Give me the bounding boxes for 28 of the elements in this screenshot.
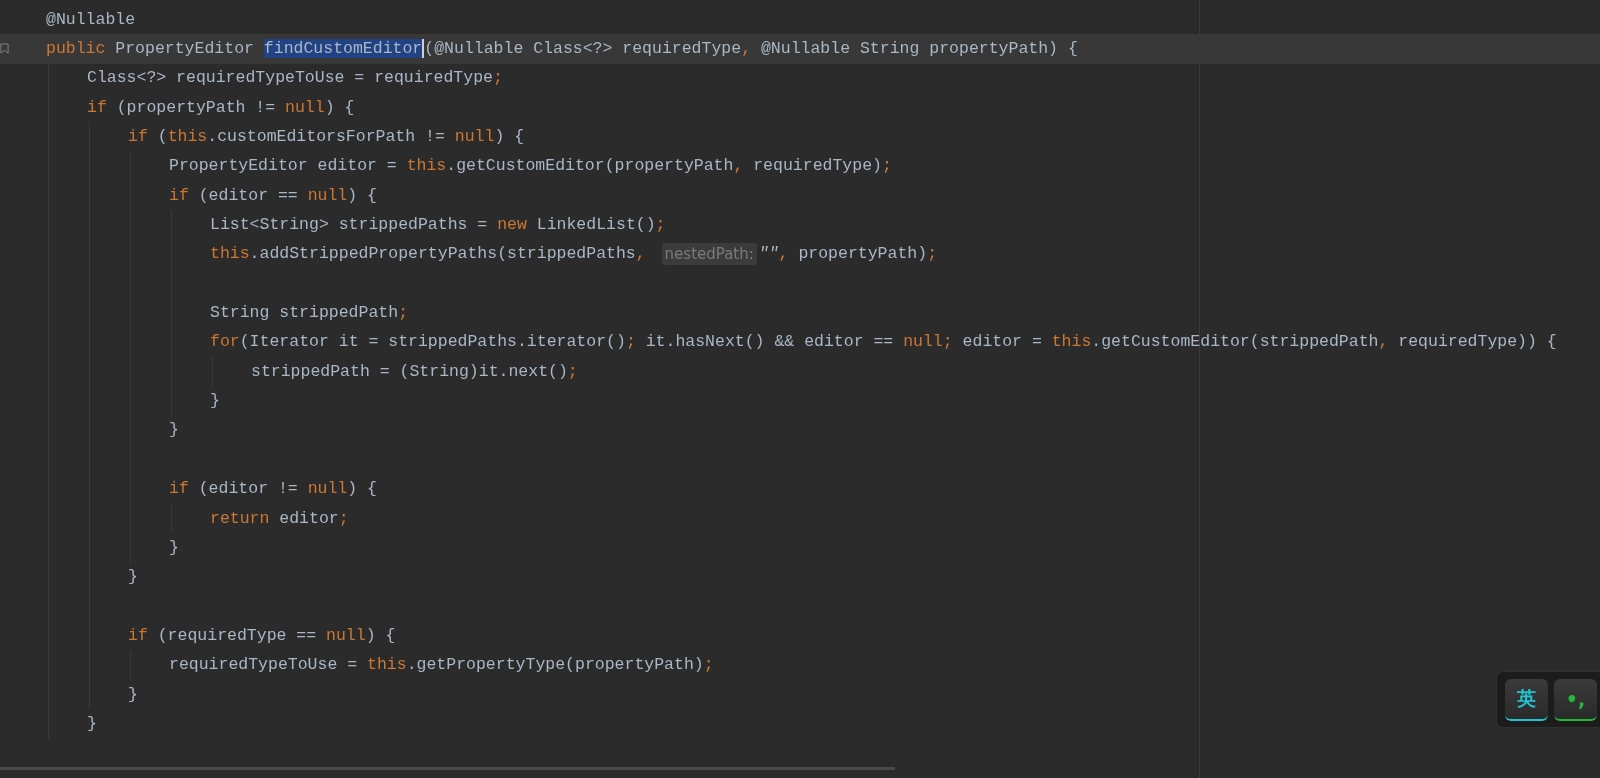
code-line: String strippedPath;	[210, 302, 409, 325]
code-line: Class<?> requiredTypeToUse = requiredType;	[87, 67, 503, 90]
input-mode-key[interactable]: 英	[1505, 679, 1548, 721]
code-line: return editor;	[210, 507, 349, 530]
code-line: @Nullable	[46, 8, 136, 31]
code-line: }	[87, 712, 97, 735]
input-mode-key[interactable]: •,	[1554, 679, 1597, 721]
code-line: }	[128, 566, 138, 589]
code-line: }	[169, 419, 179, 442]
code-line: this.addStrippedPropertyPaths(strippedPaths,	[210, 243, 647, 266]
code-line: "", propertyPath);	[758, 243, 938, 266]
code-line: if (this.customEditorsForPath != null) {	[128, 126, 525, 149]
code-line: public PropertyEditor findCustomEditor(@Nullable Class<?> requiredType, @Nullable String propertyPath) {	[46, 38, 1078, 60]
code-line: for(Iterator it = strippedPaths.iterator(); it.hasNext() && editor == null; editor = this.getCustomEditor(strippedPath, requiredType)) {	[210, 331, 1557, 354]
code-line: }	[210, 390, 220, 413]
code-line: strippedPath = (String)it.next();	[251, 360, 578, 383]
code-line: if (editor != null) {	[169, 478, 377, 501]
code-line: }	[169, 536, 179, 559]
code-line: if (editor == null) {	[169, 184, 377, 207]
parameter-hint: nestedPath:	[661, 243, 757, 266]
code-line: requiredTypeToUse = this.getPropertyType(propertyPath);	[169, 654, 714, 677]
code-editor[interactable]	[0, 0, 1600, 778]
code-line: if (requiredType == null) {	[128, 624, 396, 647]
code-line: PropertyEditor editor = this.getCustomEditor(propertyPath, requiredType);	[169, 155, 892, 178]
code-line: List<String> strippedPaths = new LinkedList();	[210, 214, 666, 237]
code-line: if (propertyPath != null) {	[87, 96, 355, 119]
bookmark-icon	[0, 43, 9, 55]
code-line: }	[128, 683, 138, 706]
